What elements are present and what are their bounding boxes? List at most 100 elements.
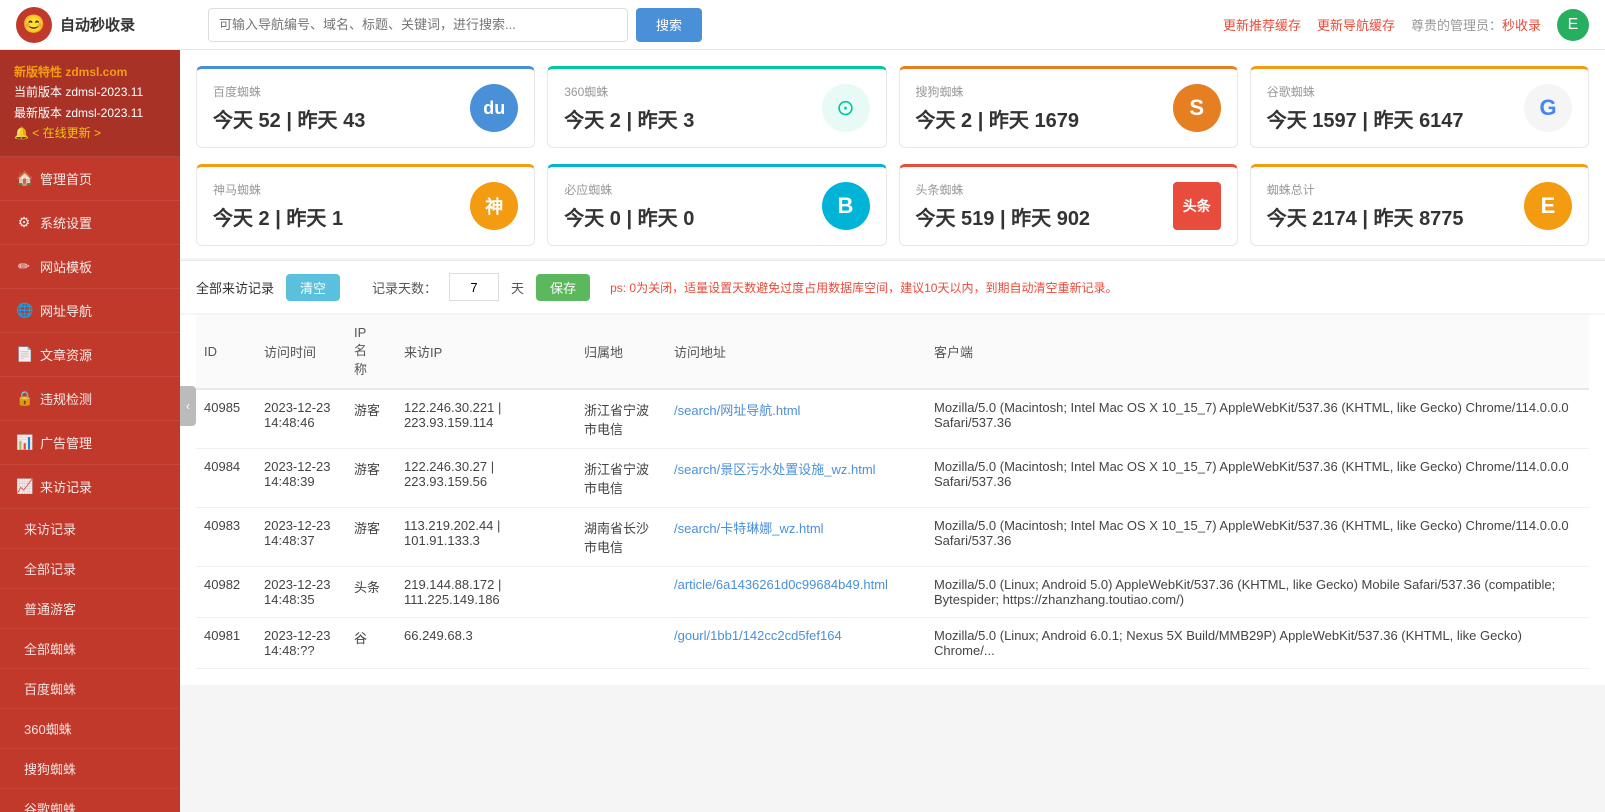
admin-label: 尊贵的管理员：秒收录 xyxy=(1411,15,1541,34)
sogou-label: 搜狗蜘蛛 xyxy=(916,83,1079,100)
th-time: 访问时间 xyxy=(256,315,346,389)
days-unit: 天 xyxy=(511,278,524,297)
sidebar-item-violation[interactable]: 🔒 违规检测 xyxy=(0,377,180,421)
s360-value: 今天 2 | 昨天 3 xyxy=(564,104,694,133)
search-button[interactable]: 搜索 xyxy=(636,8,702,42)
sidebar-sub-sogou-spider[interactable]: 搜狗蜘蛛 xyxy=(0,749,180,789)
cell-url[interactable]: /search/卡特琳娜_wz.html xyxy=(666,508,926,567)
sidebar-label-visit-records: 来访记录 xyxy=(40,477,92,496)
stat-card-shenma: 神马蜘蛛 今天 2 | 昨天 1 神 xyxy=(196,164,535,246)
table-body: 409852023-12-23 14:48:46游客122.246.30.221… xyxy=(196,389,1589,669)
sidebar-sub-all-spiders[interactable]: 全部蜘蛛 xyxy=(0,629,180,669)
th-ip: 来访IP xyxy=(396,315,576,389)
search-area: 搜索 xyxy=(208,8,1211,42)
visit-url-link[interactable]: /search/景区污水处置设施_wz.html xyxy=(674,462,876,477)
stat-card-google: 谷歌蜘蛛 今天 1597 | 昨天 6147 G xyxy=(1250,66,1589,148)
table-row: 409822023-12-23 14:48:35头条219.144.88.172… xyxy=(196,567,1589,618)
sidebar-item-nav[interactable]: 🌐 网址导航 xyxy=(0,289,180,333)
cell-time: 2023-12-23 14:48:39 xyxy=(256,449,346,508)
sidebar-item-settings[interactable]: ⚙ 系统设置 xyxy=(0,201,180,245)
cell-location: 浙江省宁波市电信 xyxy=(576,449,666,508)
sidebar-label-template: 网站模板 xyxy=(40,257,92,276)
days-input[interactable] xyxy=(449,273,499,301)
total-icon: E xyxy=(1524,182,1572,230)
sidebar-item-visit-records[interactable]: 📈 来访记录 xyxy=(0,465,180,509)
sidebar-collapse-button[interactable]: ‹ xyxy=(180,386,196,426)
template-icon: ✏ xyxy=(16,258,32,275)
cell-agent: Mozilla/5.0 (Macintosh; Intel Mac OS X 1… xyxy=(926,449,1589,508)
table-header-row: ID 访问时间 IP名称 来访IP 归属地 访问地址 客户端 xyxy=(196,315,1589,389)
visit-url-link[interactable]: /gourl/1bb1/142cc2cd5fef164 xyxy=(674,628,842,643)
sidebar-sub-all-records[interactable]: 全部记录 xyxy=(0,549,180,589)
sidebar-label-violation: 违规检测 xyxy=(40,389,92,408)
cell-time: 2023-12-23 14:48:35 xyxy=(256,567,346,618)
cell-id: 40981 xyxy=(196,618,256,669)
cell-agent: Mozilla/5.0 (Macintosh; Intel Mac OS X 1… xyxy=(926,508,1589,567)
cell-agent: Mozilla/5.0 (Linux; Android 5.0) AppleWe… xyxy=(926,567,1589,618)
sidebar-sub-normal-visitors[interactable]: 普通游客 xyxy=(0,589,180,629)
cell-location: 湖南省长沙市电信 xyxy=(576,508,666,567)
cell-url[interactable]: /article/6a1436261d0c99684b49.html xyxy=(666,567,926,618)
update-recommend-cache-link[interactable]: 更新推荐缓存 xyxy=(1223,15,1301,34)
baidu-value: 今天 52 | 昨天 43 xyxy=(213,104,365,133)
sidebar-label-articles: 文章资源 xyxy=(40,345,92,364)
toutiao-value: 今天 519 | 昨天 902 xyxy=(916,202,1091,231)
cell-url[interactable]: /search/景区污水处置设施_wz.html xyxy=(666,449,926,508)
cell-url[interactable]: /search/网址导航.html xyxy=(666,389,926,449)
sidebar-sub-visit-records[interactable]: 来访记录 xyxy=(0,509,180,549)
cell-url[interactable]: /gourl/1bb1/142cc2cd5fef164 xyxy=(666,618,926,669)
sidebar-label-settings: 系统设置 xyxy=(40,213,92,232)
stat-card-sogou: 搜狗蜘蛛 今天 2 | 昨天 1679 S xyxy=(899,66,1238,148)
table-row: 409852023-12-23 14:48:46游客122.246.30.221… xyxy=(196,389,1589,449)
visit-url-link[interactable]: /article/6a1436261d0c99684b49.html xyxy=(674,577,888,592)
update-nav-cache-link[interactable]: 更新导航缓存 xyxy=(1317,15,1395,34)
sidebar: 新版特性 zdmsl.com 当前版本 zdmsl-2023.11 最新版本 z… xyxy=(0,50,180,812)
visit-url-link[interactable]: /search/网址导航.html xyxy=(674,403,800,418)
bing-icon: B xyxy=(822,182,870,230)
th-url: 访问地址 xyxy=(666,315,926,389)
sidebar-item-articles[interactable]: 📄 文章资源 xyxy=(0,333,180,377)
s360-icon: ⊙ xyxy=(822,84,870,132)
visit-url-link[interactable]: /search/卡特琳娜_wz.html xyxy=(674,521,824,536)
sidebar-sub-baidu-spider[interactable]: 百度蜘蛛 xyxy=(0,669,180,709)
cell-agent: Mozilla/5.0 (Macintosh; Intel Mac OS X 1… xyxy=(926,389,1589,449)
settings-icon: ⚙ xyxy=(16,214,32,231)
logo-icon: 😊 xyxy=(16,7,52,43)
clear-button[interactable]: 清空 xyxy=(286,274,340,301)
sidebar-item-admin-home[interactable]: 🏠 管理首页 xyxy=(0,157,180,201)
cell-ip-name: 谷 xyxy=(346,618,396,669)
s360-label: 360蜘蛛 xyxy=(564,83,694,100)
toutiao-icon: 头条 xyxy=(1173,182,1221,230)
stat-card-total: 蜘蛛总计 今天 2174 | 昨天 8775 E xyxy=(1250,164,1589,246)
bing-value: 今天 0 | 昨天 0 xyxy=(564,202,694,231)
shenma-value: 今天 2 | 昨天 1 xyxy=(213,202,343,231)
sidebar-info: 新版特性 zdmsl.com 当前版本 zdmsl-2023.11 最新版本 z… xyxy=(0,50,180,157)
sidebar-update-link[interactable]: 🔔 < 在线更新 > xyxy=(14,123,166,143)
google-icon: G xyxy=(1524,84,1572,132)
table-row: 409812023-12-23 14:48:??谷66.249.68.3/gou… xyxy=(196,618,1589,669)
sidebar-item-ads[interactable]: 📊 广告管理 xyxy=(0,421,180,465)
th-ip-name: IP名称 xyxy=(346,315,396,389)
th-agent: 客户端 xyxy=(926,315,1589,389)
nav-icon: 🌐 xyxy=(16,302,32,319)
google-label: 谷歌蜘蛛 xyxy=(1267,83,1464,100)
stat-card-360: 360蜘蛛 今天 2 | 昨天 3 ⊙ xyxy=(547,66,886,148)
sidebar-sub-360-spider[interactable]: 360蜘蛛 xyxy=(0,709,180,749)
logo-text: 自动秒收录 xyxy=(60,14,135,35)
cell-id: 40985 xyxy=(196,389,256,449)
stat-card-toutiao: 头条蜘蛛 今天 519 | 昨天 902 头条 xyxy=(899,164,1238,246)
home-icon: 🏠 xyxy=(16,170,32,187)
visit-table: ID 访问时间 IP名称 来访IP 归属地 访问地址 客户端 409852023… xyxy=(196,315,1589,669)
cell-location: 浙江省宁波市电信 xyxy=(576,389,666,449)
search-input[interactable] xyxy=(208,8,628,42)
sidebar-item-template[interactable]: ✏ 网站模板 xyxy=(0,245,180,289)
cell-location xyxy=(576,567,666,618)
violation-icon: 🔒 xyxy=(16,390,32,407)
cell-id: 40984 xyxy=(196,449,256,508)
cell-location xyxy=(576,618,666,669)
save-button[interactable]: 保存 xyxy=(536,274,590,301)
main-layout: 新版特性 zdmsl.com 当前版本 zdmsl-2023.11 最新版本 z… xyxy=(0,50,1605,812)
cell-time: 2023-12-23 14:48:37 xyxy=(256,508,346,567)
sidebar-sub-google-spider[interactable]: 谷歌蜘蛛 xyxy=(0,789,180,812)
sidebar-new-feature: 新版特性 zdmsl.com xyxy=(14,62,166,82)
